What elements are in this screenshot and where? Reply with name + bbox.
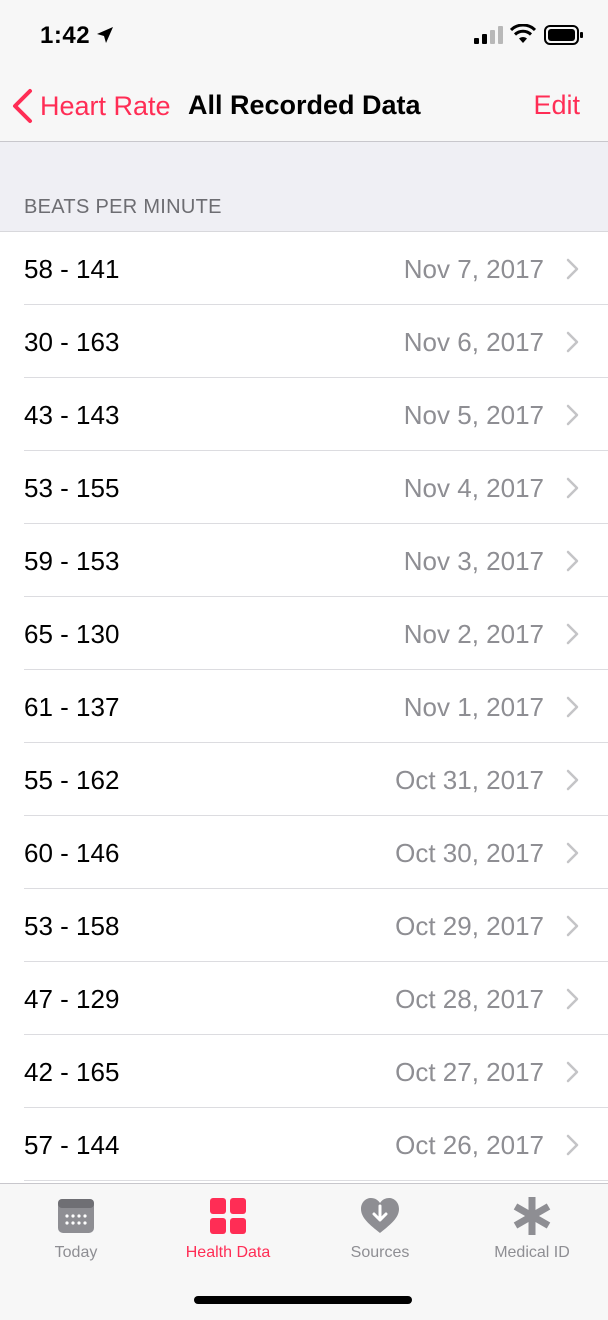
list-item[interactable]: 30 - 163 Nov 6, 2017 [0,305,608,378]
bpm-range: 47 - 129 [24,984,120,1014]
chevron-right-icon [566,477,579,499]
list-item[interactable]: 53 - 158 Oct 29, 2017 [0,889,608,962]
chevron-right-icon [566,550,579,572]
record-date: Oct 28, 2017 [395,984,544,1014]
bpm-range: 57 - 144 [24,1130,120,1160]
record-date: Oct 31, 2017 [395,765,544,795]
status-time: 1:42 [40,22,91,49]
record-date: Nov 3, 2017 [403,546,544,576]
record-date: Oct 26, 2017 [395,1130,544,1160]
calendar-icon [58,1199,94,1233]
bpm-range: 30 - 163 [24,327,120,357]
page-title: All Recorded Data [188,90,421,120]
bpm-range: 43 - 143 [24,400,120,430]
record-date: Oct 30, 2017 [395,838,544,868]
chevron-right-icon [566,769,579,791]
bpm-range: 53 - 158 [24,911,120,941]
list-item[interactable]: 43 - 143 Nov 5, 2017 [0,378,608,451]
asterisk-icon [513,1197,551,1235]
chevron-right-icon [566,988,579,1010]
bpm-range: 42 - 165 [24,1057,120,1087]
cellular-signal-icon [474,26,503,44]
list-item[interactable]: 47 - 129 Oct 28, 2017 [0,962,608,1035]
tab-medical-id[interactable]: Medical ID [456,1184,608,1280]
record-date: Nov 2, 2017 [403,619,544,649]
tab-health-data[interactable]: Health Data [152,1184,304,1280]
record-date: Oct 27, 2017 [395,1057,544,1087]
heart-download-icon [361,1198,399,1233]
chevron-right-icon [566,696,579,718]
chevron-right-icon [566,842,579,864]
location-arrow-icon [97,27,113,43]
list-item[interactable]: 55 - 162 Oct 31, 2017 [0,743,608,816]
list-item[interactable]: 59 - 153 Nov 3, 2017 [0,524,608,597]
chevron-right-icon [566,1134,579,1156]
tab-label: Today [54,1244,98,1261]
record-date: Nov 7, 2017 [403,254,544,284]
list-item[interactable]: 58 - 141 Nov 7, 2017 [0,232,608,305]
list-item[interactable]: 53 - 155 Nov 4, 2017 [0,451,608,524]
chevron-right-icon [566,1061,579,1083]
chevron-right-icon [566,404,579,426]
status-bar: 1:42 [0,0,608,70]
home-indicator[interactable] [194,1296,412,1304]
bpm-range: 58 - 141 [24,254,120,284]
tab-label: Sources [350,1244,410,1261]
bpm-range: 53 - 155 [24,473,120,503]
list-item[interactable]: 42 - 165 Oct 27, 2017 [0,1035,608,1108]
list-item[interactable]: 60 - 146 Oct 30, 2017 [0,816,608,889]
list-item[interactable]: 65 - 130 Nov 2, 2017 [0,597,608,670]
back-button[interactable]: Heart Rate [10,86,171,126]
bpm-range: 59 - 153 [24,546,120,576]
bpm-range: 60 - 146 [24,838,120,868]
chevron-right-icon [566,258,579,280]
tab-label: Medical ID [494,1244,570,1261]
tab-today[interactable]: Today [0,1184,152,1280]
list-item[interactable]: 61 - 137 Nov 1, 2017 [0,670,608,743]
bpm-range: 61 - 137 [24,692,120,722]
chevron-right-icon [566,331,579,353]
record-date: Nov 4, 2017 [403,473,544,503]
edit-button[interactable]: Edit [533,90,580,121]
tab-label: Health Data [185,1244,271,1261]
chevron-right-icon [566,915,579,937]
chevron-right-icon [566,623,579,645]
record-date: Nov 1, 2017 [403,692,544,722]
record-date: Nov 5, 2017 [403,400,544,430]
battery-icon [544,25,583,45]
tab-sources[interactable]: Sources [304,1184,456,1280]
wifi-icon [510,24,536,43]
list-item[interactable]: 57 - 144 Oct 26, 2017 [0,1108,608,1181]
recorded-data-list: 58 - 141 Nov 7, 2017 30 - 163 Nov 6, 201… [0,232,608,1181]
bpm-range: 55 - 162 [24,765,120,795]
back-button-label: Heart Rate [40,90,171,121]
bpm-range: 65 - 130 [24,619,120,649]
navigation-bar: Heart Rate All Recorded Data Edit [0,70,608,142]
record-date: Oct 29, 2017 [395,911,544,941]
section-header: BEATS PER MINUTE [24,196,222,218]
grid-icon [210,1198,246,1234]
chevron-left-icon [13,89,32,123]
record-date: Nov 6, 2017 [403,327,544,357]
